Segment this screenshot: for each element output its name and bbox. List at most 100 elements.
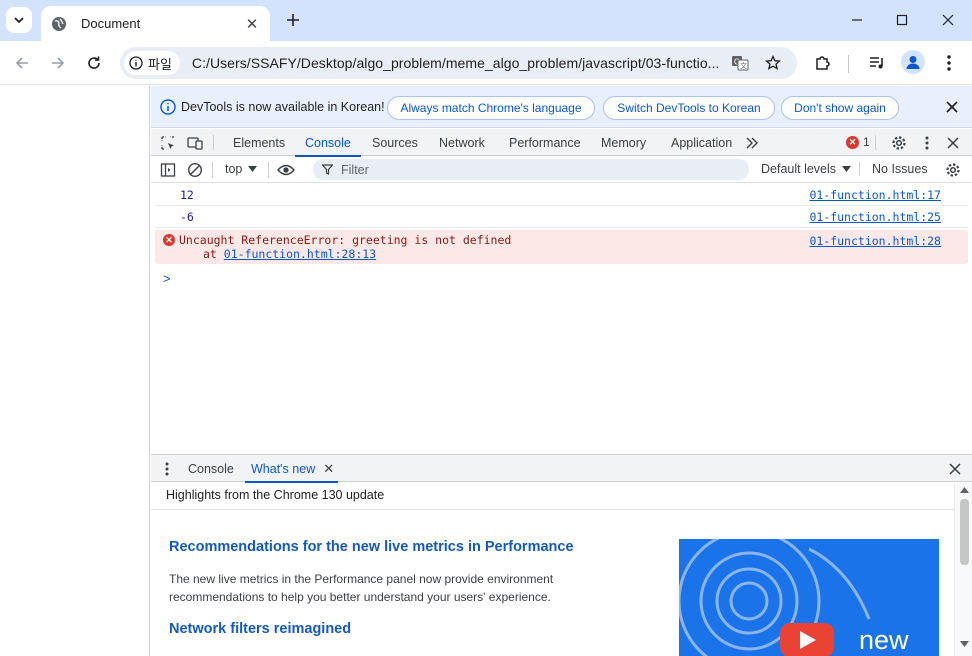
error-count-badge[interactable]: ✕ 1 [846, 135, 870, 149]
tab-close-icon[interactable]: ✕ [244, 16, 260, 33]
scroll-down-arrow-icon[interactable] [960, 641, 969, 647]
drawer-tab-bar: Console What's new ✕ [151, 454, 972, 483]
devtools-panel: DevTools is now available in Korean! Alw… [151, 86, 972, 656]
error-text: Uncaught ReferenceError: greeting is not… [179, 233, 512, 247]
new-tab-button[interactable] [283, 10, 303, 30]
levels-label: Default levels [761, 162, 837, 176]
devtools-close-icon[interactable] [944, 134, 962, 152]
bookmark-star-icon[interactable] [764, 54, 782, 72]
error-source-link[interactable]: 01-function.html:28 [809, 234, 941, 248]
toolbar-divider [848, 55, 849, 73]
console-messages: 12 01-function.html:17 -6 01-function.ht… [151, 184, 972, 264]
address-bar[interactable]: 파일 C:/Users/SSAFY/Desktop/algo_problem/m… [120, 47, 797, 79]
close-window-button[interactable] [936, 8, 960, 32]
log-value: -6 [180, 210, 194, 224]
source-link[interactable]: 01-function.html:25 [809, 210, 941, 224]
live-expression-eye-icon[interactable] [277, 161, 295, 179]
url-text[interactable]: C:/Users/SSAFY/Desktop/algo_problem/meme… [192, 55, 732, 71]
settings-gear-icon[interactable] [890, 134, 908, 152]
console-log-row: 12 01-function.html:17 [155, 184, 968, 206]
console-prompt[interactable]: > [163, 271, 171, 286]
tab-console[interactable]: Console [295, 129, 361, 157]
whats-new-paragraph: The new live metrics in the Performance … [169, 572, 554, 604]
media-controls-button[interactable] [865, 51, 889, 75]
console-settings-gear-icon[interactable] [944, 161, 962, 179]
scrollbar-thumb[interactable] [960, 499, 969, 565]
extensions-button[interactable] [811, 51, 835, 75]
tab-sources[interactable]: Sources [370, 129, 420, 156]
tab-memory[interactable]: Memory [599, 129, 648, 156]
browser-tab[interactable]: Document ✕ [41, 6, 270, 41]
error-count: 1 [863, 135, 870, 149]
log-levels-dropdown[interactable]: Default levels [761, 162, 852, 176]
tab-search-button[interactable] [6, 7, 32, 33]
console-filter[interactable] [313, 159, 749, 180]
whats-new-divider [151, 509, 955, 510]
profile-avatar[interactable] [901, 50, 925, 74]
minimize-button[interactable] [845, 8, 869, 32]
reload-button[interactable] [82, 51, 106, 75]
error-stack-link[interactable]: 01-function.html:28:13 [224, 247, 376, 261]
whats-new-panel: Highlights from the Chrome 130 update Re… [151, 483, 972, 656]
error-icon: ✕ [846, 135, 859, 149]
tab-network[interactable]: Network [437, 129, 487, 156]
scroll-up-arrow-icon[interactable] [960, 487, 969, 493]
site-info-chip[interactable]: 파일 [124, 51, 180, 75]
drawer-scrollbar[interactable] [954, 483, 972, 656]
forward-button[interactable] [46, 51, 70, 75]
svg-text:文: 文 [740, 61, 747, 70]
drawer-tab-whats-new[interactable]: What's new ✕ [244, 455, 339, 483]
device-toolbar-icon[interactable] [186, 134, 204, 152]
translate-icon[interactable]: G文 [731, 54, 749, 72]
issues-button[interactable]: No Issues [859, 162, 928, 176]
maximize-button[interactable] [890, 8, 914, 32]
filter-input[interactable] [341, 162, 721, 177]
tab-performance[interactable]: Performance [507, 129, 583, 156]
log-value: 12 [180, 188, 194, 202]
reload-icon [88, 56, 100, 69]
queue-music-icon [870, 57, 883, 69]
whats-new-video-thumbnail[interactable]: new [679, 539, 939, 656]
error-stack-line: at 01-function.html:28:13 [203, 247, 376, 261]
site-info-label: 파일 [148, 56, 172, 72]
context-selector[interactable]: top [225, 162, 258, 176]
drawer-close-icon[interactable] [946, 460, 964, 478]
source-link[interactable]: 01-function.html:17 [809, 188, 941, 202]
whats-new-heading-live-metrics[interactable]: Recommendations for the new live metrics… [169, 539, 574, 555]
dont-show-again-button[interactable]: Don't show again [781, 96, 899, 120]
whats-new-highlights: Highlights from the Chrome 130 update [166, 488, 385, 502]
switch-devtools-korean-button[interactable]: Switch DevTools to Korean [603, 96, 775, 120]
devtools-menu-icon[interactable] [918, 134, 936, 152]
ctb-divider [212, 162, 213, 178]
whats-new-heading-network-filters[interactable]: Network filters reimagined [169, 621, 351, 637]
globe-icon [52, 16, 66, 31]
more-tabs-chevron-icon[interactable] [743, 134, 761, 152]
ctb-divider-2 [268, 162, 269, 178]
drawer-tab-close-icon[interactable]: ✕ [323, 461, 334, 477]
sidebar-toggle-icon[interactable] [159, 161, 177, 179]
tab-divider [213, 135, 214, 150]
always-match-language-button[interactable]: Always match Chrome's language [387, 96, 595, 120]
devtools-tab-bar: Elements Console Sources Network Perform… [151, 129, 972, 157]
drawer-menu-icon[interactable] [158, 460, 176, 478]
inspect-element-icon[interactable] [159, 134, 177, 152]
info-icon [160, 98, 176, 115]
tab-divider-2 [875, 135, 876, 150]
context-label: top [225, 162, 243, 176]
tab-elements[interactable]: Elements [231, 129, 287, 156]
filter-funnel-icon [322, 164, 333, 175]
clear-console-icon[interactable] [186, 161, 204, 179]
back-button[interactable] [10, 51, 34, 75]
browser-toolbar: 파일 C:/Users/SSAFY/Desktop/algo_problem/m… [0, 41, 972, 85]
tab-strip: Document ✕ [0, 0, 972, 41]
infobar-message: DevTools is now available in Korean! [181, 99, 385, 114]
drawer-tab-console[interactable]: Console [188, 455, 234, 482]
tab-application[interactable]: Application [669, 129, 734, 156]
dropdown-arrow-icon [842, 166, 852, 172]
arrow-left-icon [15, 57, 28, 69]
chrome-menu-button[interactable] [937, 51, 961, 75]
dropdown-arrow-icon [248, 166, 258, 172]
whats-new-label: What's new [251, 461, 316, 476]
infobar-close-icon[interactable] [944, 99, 960, 115]
person-icon [906, 56, 920, 69]
